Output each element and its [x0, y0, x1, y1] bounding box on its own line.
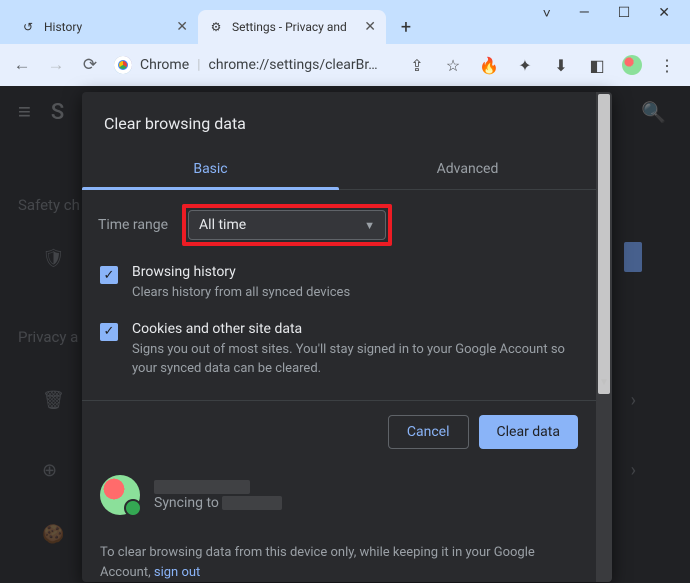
window-minimize-icon[interactable]: —	[579, 5, 590, 21]
dialog-scrollbar[interactable]: ▼	[596, 92, 612, 582]
hamburger-icon[interactable]: ≡	[18, 99, 31, 125]
option-title: Cookies and other site data	[132, 321, 578, 337]
sync-label: Syncing to	[154, 495, 219, 511]
time-range-select[interactable]: All time ▼	[188, 210, 386, 240]
checkbox-checked-icon[interactable]: ✓	[100, 323, 118, 341]
shield-icon: 🛡	[42, 248, 65, 269]
profile-avatar-large	[100, 475, 140, 515]
share-icon[interactable]: ⇪	[406, 54, 428, 76]
option-desc: Clears history from all synced devices	[132, 284, 350, 303]
reload-button[interactable]: ⟳	[76, 51, 104, 79]
cancel-button[interactable]: Cancel	[388, 415, 469, 449]
check-now-button-fragment[interactable]	[624, 242, 642, 272]
window-controls: ˅ — ☐ ✕	[543, 0, 690, 26]
scroll-down-icon[interactable]: ▼	[596, 377, 612, 388]
separator: |	[197, 57, 200, 73]
toolbar-actions: ⇪ ☆ 🔥 ✦ ⬇ ◧ ⋮	[402, 54, 682, 76]
section-privacy: Privacy a	[18, 328, 78, 346]
tab-advanced[interactable]: Advanced	[339, 149, 596, 189]
trash-icon: 🗑	[42, 390, 65, 411]
dialog-footer: Cancel Clear data	[82, 400, 596, 463]
window-maximize-icon[interactable]: ☐	[618, 5, 631, 21]
option-title: Browsing history	[132, 264, 350, 280]
dialog-tabs: Basic Advanced	[82, 149, 596, 190]
chevron-down-icon: ▼	[364, 219, 375, 232]
cookie-icon: 🍪	[42, 524, 64, 545]
close-icon[interactable]: ✕	[364, 19, 376, 35]
sign-out-link[interactable]: sign out	[154, 565, 200, 580]
bookmark-star-icon[interactable]: ☆	[442, 54, 464, 76]
sidepanel-icon[interactable]: ◧	[586, 54, 608, 76]
option-desc: Signs you out of most sites. You'll stay…	[132, 341, 578, 379]
profile-avatar[interactable]	[622, 55, 642, 75]
chrome-icon	[114, 56, 132, 74]
address-bar[interactable]: Chrome | chrome://settings/clearBr…	[110, 50, 396, 80]
sync-account-row[interactable]: Syncing to	[82, 463, 596, 527]
checkbox-checked-icon[interactable]: ✓	[100, 266, 118, 284]
dialog-title: Clear browsing data	[82, 92, 596, 149]
chevron-right-icon: ›	[631, 460, 636, 481]
forward-button[interactable]: →	[42, 51, 70, 79]
omnibox-source: Chrome	[140, 57, 189, 73]
redacted-name	[154, 480, 250, 494]
option-browsing-history[interactable]: ✓ Browsing history Clears history from a…	[98, 246, 580, 303]
chevron-right-icon: ›	[631, 390, 636, 411]
download-icon[interactable]: ⬇	[550, 54, 572, 76]
toolbar: ← → ⟳ Chrome | chrome://settings/clearBr…	[0, 44, 690, 86]
clear-browsing-data-dialog: Clear browsing data Basic Advanced Time …	[82, 92, 612, 582]
section-safety-check: Safety ch	[18, 196, 80, 214]
omnibox-url: chrome://settings/clearBr…	[209, 57, 378, 73]
close-icon[interactable]: ✕	[176, 19, 188, 35]
time-range-value: All time	[199, 217, 246, 233]
back-button[interactable]: ←	[8, 51, 36, 79]
time-range-label: Time range	[98, 217, 168, 233]
tab-label: Settings - Privacy and	[232, 20, 347, 34]
dialog-footnote: To clear browsing data from this device …	[82, 527, 596, 582]
window-minimize-dropdown-icon[interactable]: ˅	[543, 5, 551, 22]
settings-page-title: S	[51, 100, 64, 125]
tab-label: History	[44, 20, 82, 34]
fire-extension-icon[interactable]: 🔥	[478, 54, 500, 76]
search-icon[interactable]: 🔍	[641, 100, 666, 124]
redacted-email	[222, 496, 282, 510]
tab-settings[interactable]: ⚙ Settings - Privacy and ✕	[198, 10, 386, 44]
gear-icon: ⚙	[208, 19, 224, 35]
compass-icon: ⊕	[42, 460, 57, 481]
kebab-menu-icon[interactable]: ⋮	[656, 54, 678, 76]
new-tab-button[interactable]: +	[392, 13, 420, 41]
window-close-icon[interactable]: ✕	[658, 5, 670, 21]
tab-history[interactable]: ↺ History ✕	[10, 10, 198, 44]
time-range-highlight: All time ▼	[182, 204, 392, 246]
clear-data-button[interactable]: Clear data	[479, 415, 578, 449]
tab-basic[interactable]: Basic	[82, 149, 339, 189]
extensions-puzzle-icon[interactable]: ✦	[514, 54, 536, 76]
option-cookies[interactable]: ✓ Cookies and other site data Signs you …	[98, 303, 580, 379]
scrollbar-thumb[interactable]	[598, 94, 610, 394]
history-icon: ↺	[20, 19, 36, 35]
